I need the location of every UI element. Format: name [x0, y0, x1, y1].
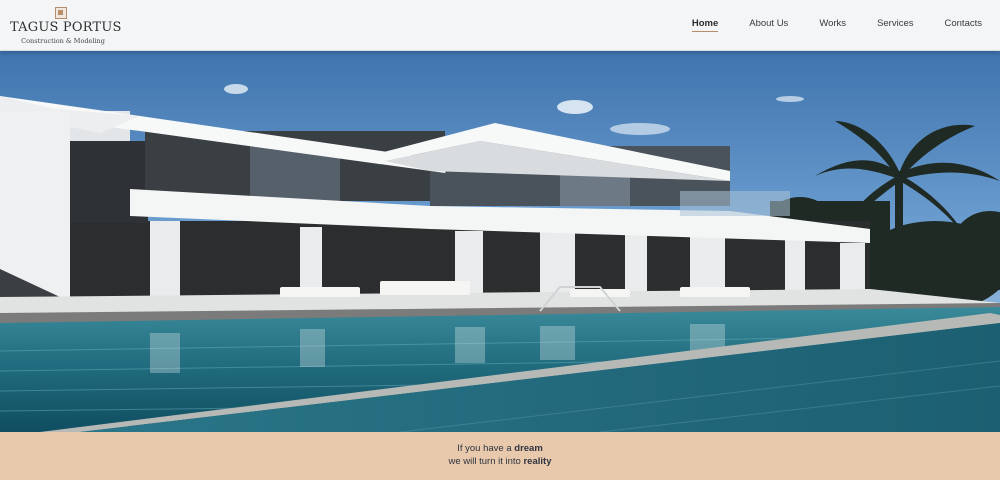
- tagline-banner: If you have a dream we will turn it into…: [0, 432, 1000, 480]
- tagline-line-2-text: we will turn it into: [448, 456, 524, 467]
- logo-mark-icon: [55, 7, 67, 19]
- brand-name: TAGUS PORTUS: [10, 20, 122, 35]
- nav-item-works[interactable]: Works: [819, 18, 846, 32]
- brand-tagline: Construction & Modeling: [21, 37, 105, 45]
- brand-logo[interactable]: TAGUS PORTUS Construction & Modeling: [10, 7, 122, 45]
- nav-item-services[interactable]: Services: [877, 18, 913, 32]
- tagline-reality: reality: [523, 456, 552, 467]
- nav-item-about-us[interactable]: About Us: [749, 18, 788, 32]
- tagline-line-2: we will turn it into reality: [0, 456, 1000, 467]
- tagline-line-1: If you have a dream: [0, 443, 1000, 454]
- main-nav: Home About Us Works Services Contacts: [661, 18, 982, 32]
- hero-image: [0, 51, 1000, 432]
- tagline-line-1-text: If you have a: [457, 443, 515, 454]
- villa-pool-illustration: [0, 51, 1000, 432]
- nav-item-home[interactable]: Home: [691, 18, 719, 32]
- tagline-dream: dream: [514, 443, 543, 454]
- nav-item-contacts[interactable]: Contacts: [945, 18, 983, 32]
- site-header: TAGUS PORTUS Construction & Modeling Hom…: [0, 0, 1000, 51]
